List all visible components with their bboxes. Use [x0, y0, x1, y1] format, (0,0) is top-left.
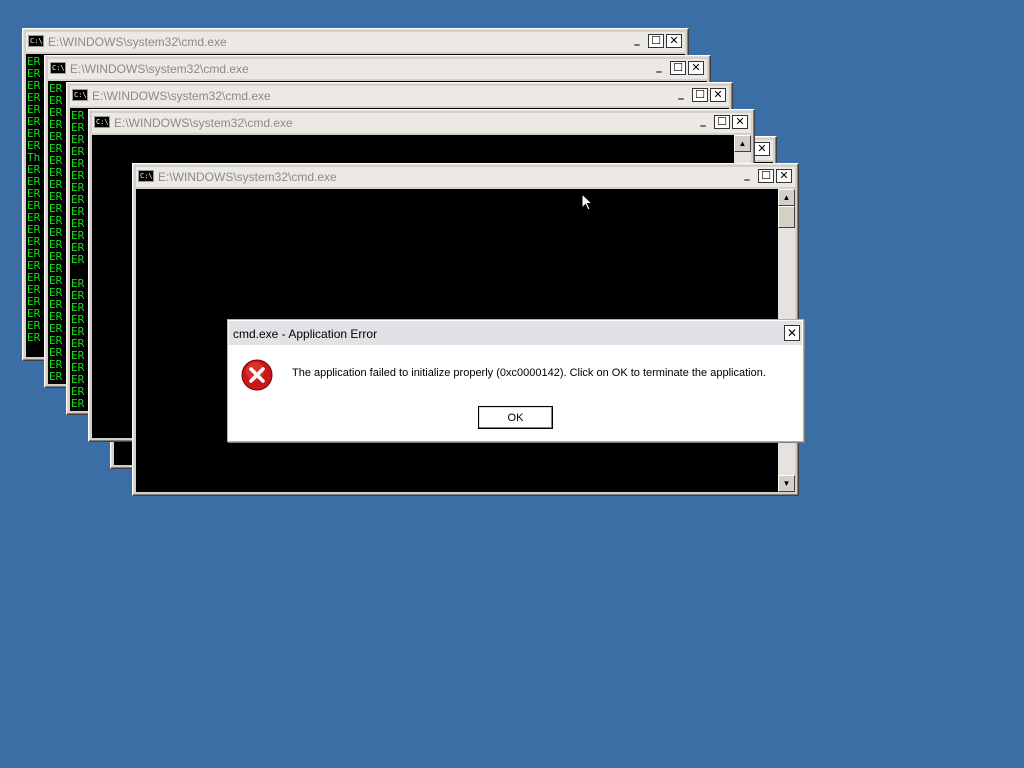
minimize-button[interactable]: _ — [673, 88, 689, 102]
console-line: ER — [27, 331, 41, 344]
close-button[interactable]: ✕ — [732, 115, 748, 129]
console-lines: ER ER ER ER ER ER ER ER ER ER ER ER ER ER ER ER ER ER ER ER… — [71, 110, 85, 410]
console-line: ER — [71, 397, 85, 410]
scroll-up-button[interactable]: ▲ — [778, 189, 795, 206]
window-title: E:\WINDOWS\system32\cmd.exe — [70, 62, 249, 76]
console-lines: ER ER ER ER ER ER ER ER Th ER ER ER ER ER ER ER ER ER ER ER… — [27, 56, 41, 344]
console-line: ER — [71, 253, 85, 266]
console-line: ER — [49, 370, 63, 383]
dialog-close-button[interactable]: ✕ — [784, 325, 800, 341]
minimize-button[interactable]: _ — [695, 115, 711, 129]
title-bar[interactable]: C:\ E:\WINDOWS\system32\cmd.exe _ ☐ ✕ — [48, 59, 707, 79]
console-icon: C:\ — [72, 89, 88, 101]
close-button[interactable]: ✕ — [688, 61, 704, 75]
scroll-thumb[interactable] — [778, 206, 795, 228]
close-button[interactable]: ✕ — [666, 34, 682, 48]
maximize-button[interactable]: ☐ — [758, 169, 774, 183]
maximize-button[interactable]: ☐ — [648, 34, 664, 48]
console-icon: C:\ — [50, 62, 66, 74]
minimize-button[interactable]: _ — [651, 61, 667, 75]
mouse-pointer-icon — [581, 193, 593, 211]
dialog-title: cmd.exe - Application Error — [233, 327, 378, 341]
maximize-button[interactable]: ☐ — [714, 115, 730, 129]
close-button[interactable]: ✕ — [710, 88, 726, 102]
window-title: E:\WINDOWS\system32\cmd.exe — [114, 116, 293, 130]
window-title: E:\WINDOWS\system32\cmd.exe — [92, 89, 271, 103]
title-bar[interactable]: C:\ E:\WINDOWS\system32\cmd.exe _ ☐ ✕ — [92, 113, 751, 133]
window-title: E:\WINDOWS\system32\cmd.exe — [48, 35, 227, 49]
console-lines: ER — [116, 464, 130, 465]
console-line: ER — [116, 464, 130, 465]
title-bar[interactable]: C:\ E:\WINDOWS\system32\cmd.exe _ ☐ ✕ — [136, 167, 795, 187]
title-bar[interactable]: C:\ E:\WINDOWS\system32\cmd.exe _ ☐ ✕ — [26, 32, 685, 52]
application-error-dialog[interactable]: cmd.exe - Application Error ✕ The applic… — [227, 319, 804, 442]
console-icon: C:\ — [94, 116, 110, 128]
scroll-down-button[interactable]: ▼ — [778, 475, 795, 492]
console-icon: C:\ — [138, 170, 154, 182]
close-button[interactable]: ✕ — [776, 169, 792, 183]
error-icon — [241, 359, 273, 391]
dialog-message: The application failed to initialize pro… — [292, 367, 766, 379]
minimize-button[interactable]: _ — [629, 34, 645, 48]
close-button[interactable]: ✕ — [754, 142, 770, 156]
minimize-button[interactable]: _ — [739, 169, 755, 183]
ok-button[interactable]: OK — [478, 406, 553, 429]
window-title: E:\WINDOWS\system32\cmd.exe — [158, 170, 337, 184]
maximize-button[interactable]: ☐ — [692, 88, 708, 102]
maximize-button[interactable]: ☐ — [670, 61, 686, 75]
scroll-up-button[interactable]: ▲ — [734, 135, 751, 152]
dialog-title-bar[interactable]: cmd.exe - Application Error ✕ — [229, 321, 802, 345]
console-lines: ER ER ER ER ER ER ER ER ER ER ER ER ER ER ER ER ER ER ER ER… — [49, 83, 63, 383]
title-bar[interactable]: C:\ E:\WINDOWS\system32\cmd.exe _ ☐ ✕ — [70, 86, 729, 106]
console-icon: C:\ — [28, 35, 44, 47]
